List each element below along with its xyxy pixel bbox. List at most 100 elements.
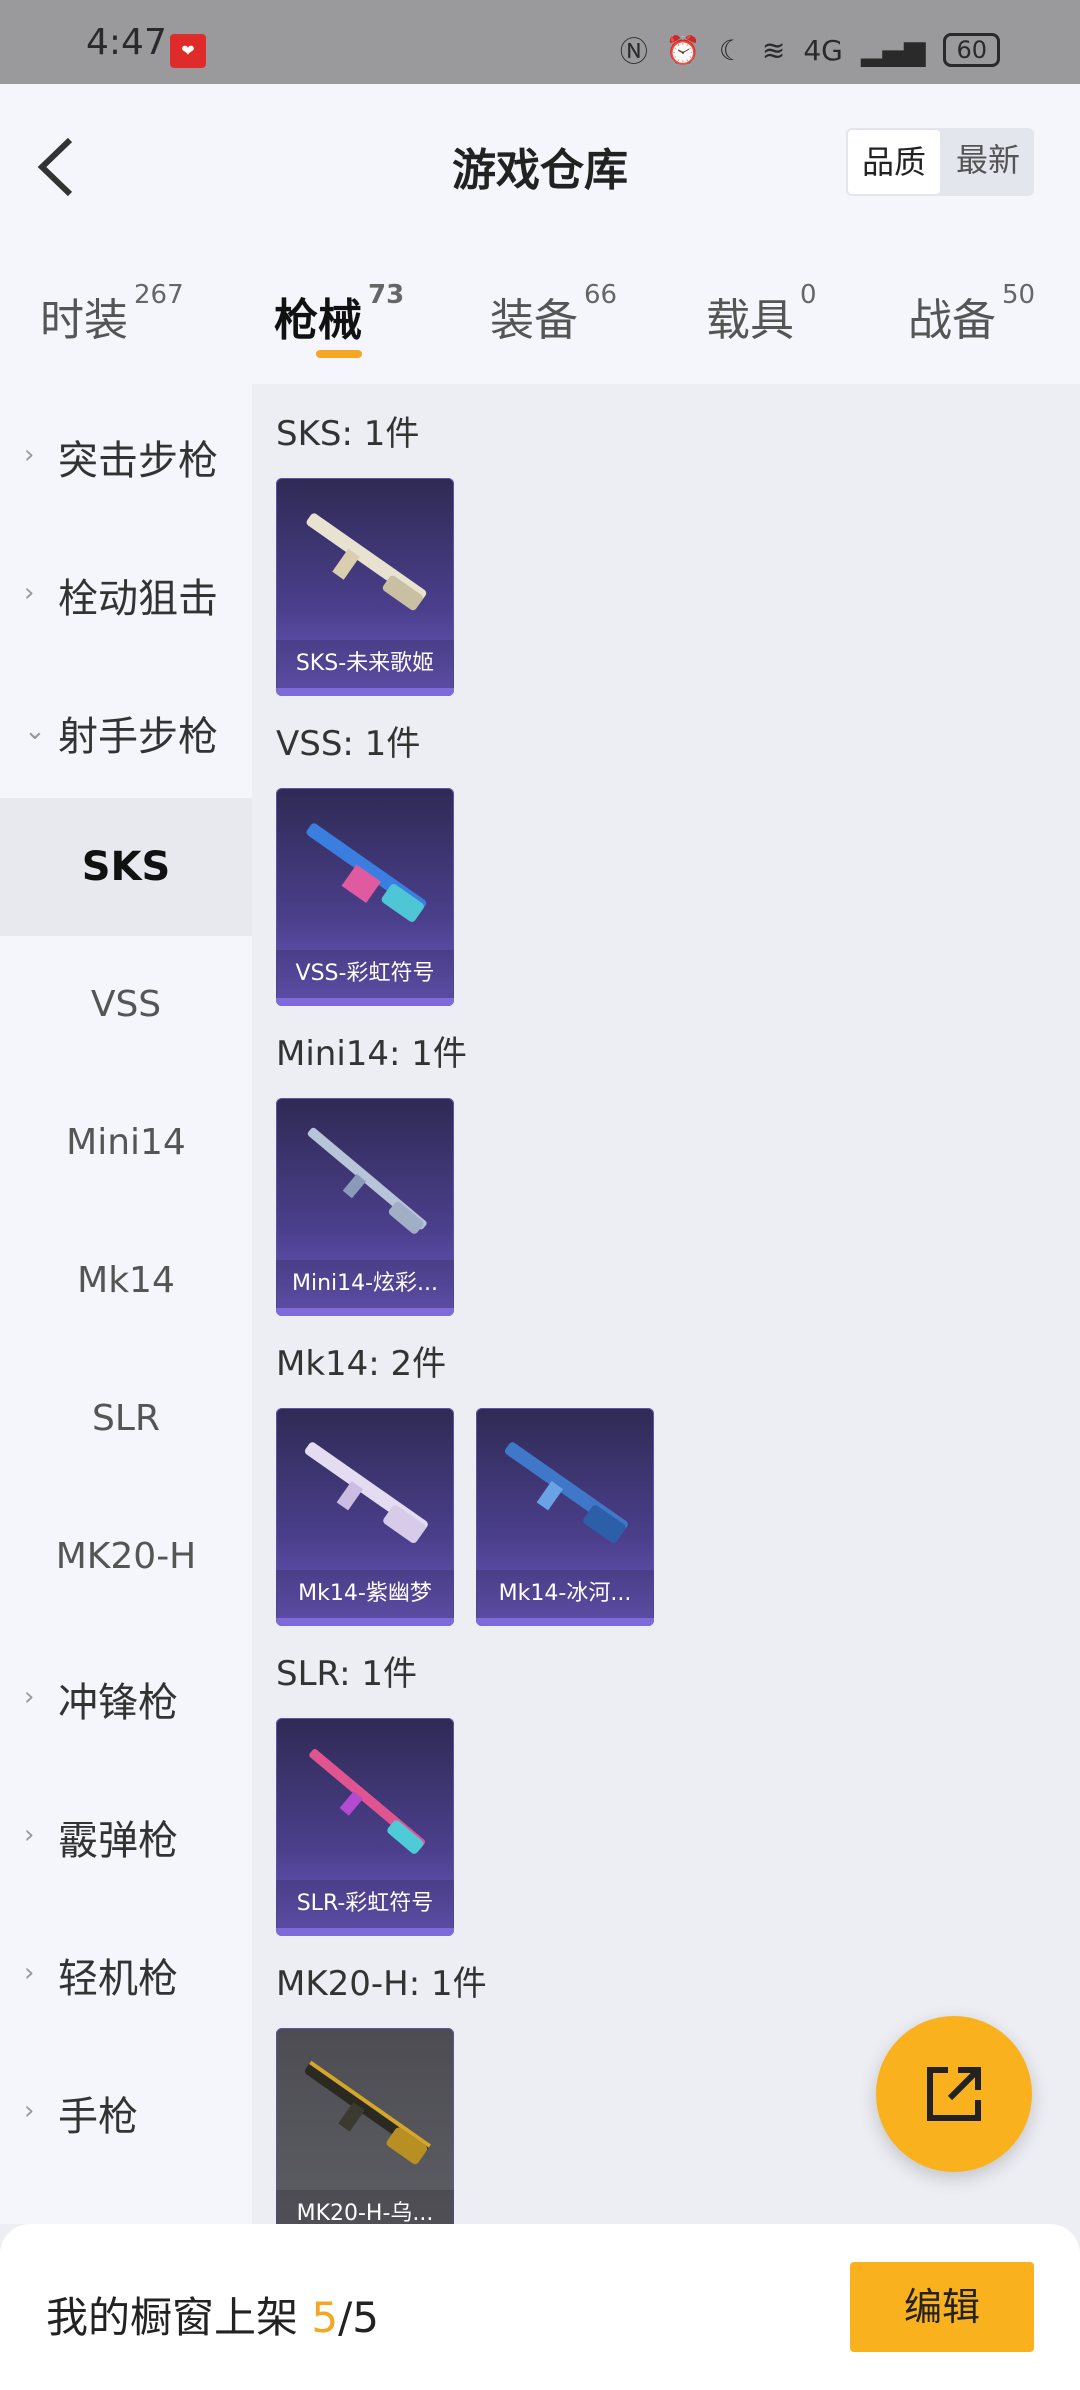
chevron-right-icon: ›: [24, 2096, 35, 2126]
alarm-icon: ⏰: [665, 33, 701, 67]
sort-toggle: 品质 最新: [845, 128, 1034, 196]
rifle-icon: [504, 1442, 628, 1544]
chevron-right-icon: ›: [24, 1820, 35, 1850]
share-button[interactable]: [876, 2016, 1032, 2172]
wifi-icon: ≋: [761, 33, 786, 67]
category-tabs: 时装 267 枪械 73 装备 66 载具 0 战备 50: [0, 280, 1080, 374]
tab-fashion[interactable]: 时装 267: [40, 280, 184, 348]
quality-bar: [276, 1928, 454, 1936]
sidebar-item-label: 射手步枪: [58, 714, 218, 760]
skin-card[interactable]: Mini14-炫彩...: [276, 1098, 454, 1316]
moon-icon: ☾: [718, 33, 744, 67]
tab-count: 73: [368, 280, 405, 310]
tab-label: 装备: [490, 295, 578, 346]
showcase-label: 我的橱窗上架: [46, 2293, 299, 2342]
sidebar-item-shotgun[interactable]: › 霰弹枪: [0, 1764, 252, 1902]
sidebar-item-lmg[interactable]: › 轻机枪: [0, 1902, 252, 2040]
chevron-right-icon: ›: [24, 1682, 35, 1712]
skin-name: Mk14-紫幽梦: [276, 1570, 454, 1618]
skin-card[interactable]: Mk14-冰河...: [476, 1408, 654, 1626]
signal-icon-2: ▂▄▆: [860, 33, 926, 67]
rifle-icon: [304, 2060, 432, 2165]
quality-bar: [276, 688, 454, 696]
skin-name: SLR-彩虹符号: [276, 1880, 454, 1928]
sidebar-item-smg[interactable]: › 冲锋枪: [0, 1626, 252, 1764]
sidebar-item-label: 冲锋枪: [58, 1680, 178, 1726]
status-time: 4:47: [86, 22, 167, 63]
sidebar-subitem-mini14[interactable]: Mini14: [0, 1074, 252, 1212]
skin-name: MK20-H-乌...: [276, 2190, 454, 2224]
showcase-total-count: /5: [338, 2293, 379, 2342]
sidebar-subitem-sks[interactable]: SKS: [0, 798, 252, 936]
battery-icon: 60: [943, 33, 1000, 67]
sidebar-item-label: 轻机枪: [58, 1956, 178, 2002]
skin-name: SKS-未来歌姬: [276, 640, 454, 688]
weapon-category-sidebar: › 突击步枪 › 栓动狙击 ⌄ 射手步枪 SKS VSS Mini14 Mk14…: [0, 384, 252, 2224]
skin-card[interactable]: Mk14-紫幽梦: [276, 1408, 454, 1626]
tab-firearms[interactable]: 枪械 73: [274, 280, 404, 358]
section-title: MK20-H: 1件: [276, 1964, 487, 2004]
sidebar-subitem-mk14[interactable]: Mk14: [0, 1212, 252, 1350]
nfc-icon: Ⓝ: [619, 35, 648, 68]
skin-card[interactable]: SLR-彩虹符号: [276, 1718, 454, 1936]
showcase-footer: 我的橱窗上架 5/5 编辑: [0, 2224, 1080, 2390]
sidebar-item-label: 霰弹枪: [58, 1818, 178, 1864]
tab-count: 0: [800, 280, 817, 310]
status-bar: 4:47 ❤ Ⓝ ⏰ ☾ ≋ 4G ▂▄▆ 60: [0, 0, 1080, 84]
active-tab-indicator: [316, 350, 362, 358]
header: 游戏仓库 品质 最新 时装 267 枪械 73 装备 66 载具 0 战备 50: [0, 84, 1080, 384]
skin-card[interactable]: SKS-未来歌姬: [276, 478, 454, 696]
rifle-icon: [309, 1748, 426, 1854]
signal-icon: 4G: [803, 33, 843, 67]
sort-latest-button[interactable]: 最新: [942, 128, 1034, 196]
rifle-icon: [304, 1442, 428, 1544]
tab-vehicles[interactable]: 载具 0: [706, 280, 817, 348]
share-external-icon: [927, 2067, 981, 2121]
skin-card[interactable]: VSS-彩虹符号: [276, 788, 454, 1006]
tab-label: 载具: [706, 295, 794, 346]
section-title: Mini14: 1件: [276, 1034, 467, 1074]
tab-count: 66: [584, 280, 618, 310]
chevron-right-icon: ›: [24, 1958, 35, 1988]
sidebar-item-label: 栓动狙击: [58, 576, 218, 622]
weapon-skin-list[interactable]: SKS: 1件 SKS-未来歌姬 VSS: 1件 VSS-彩虹符号 Mini14…: [252, 384, 1080, 2224]
chevron-right-icon: ›: [24, 440, 35, 470]
sidebar-subitem-vss[interactable]: VSS: [0, 936, 252, 1074]
skin-name: VSS-彩虹符号: [276, 950, 454, 998]
tab-label: 时装: [40, 295, 128, 346]
section-title: VSS: 1件: [276, 724, 421, 764]
section-title: SLR: 1件: [276, 1654, 417, 1694]
sidebar-item-bolt-sniper[interactable]: › 栓动狙击: [0, 522, 252, 660]
status-icons: Ⓝ ⏰ ☾ ≋ 4G ▂▄▆ 60: [620, 30, 1000, 70]
chevron-right-icon: ›: [24, 578, 35, 608]
section-title: SKS: 1件: [276, 414, 420, 454]
sidebar-item-dmr[interactable]: ⌄ 射手步枪: [0, 660, 252, 798]
chevron-down-icon: ⌄: [24, 716, 46, 746]
tab-count: 267: [134, 280, 184, 310]
edit-button[interactable]: 编辑: [850, 2262, 1034, 2352]
sidebar-item-label: 手枪: [58, 2094, 138, 2140]
tab-label: 枪械: [274, 295, 362, 346]
rifle-icon: [307, 1127, 427, 1234]
sidebar-subitem-mk20h[interactable]: MK20-H: [0, 1488, 252, 1626]
quality-bar: [276, 1308, 454, 1316]
sidebar-item-label: 突击步枪: [58, 438, 218, 484]
tab-label: 战备: [908, 295, 996, 346]
sidebar-subitem-slr[interactable]: SLR: [0, 1350, 252, 1488]
sort-quality-button[interactable]: 品质: [847, 130, 940, 194]
rifle-icon: [306, 513, 427, 611]
quality-bar: [476, 1618, 654, 1626]
app-notification-icon: ❤: [170, 34, 206, 68]
showcase-current-count: 5: [311, 2293, 339, 2342]
sidebar-item-pistol[interactable]: › 手枪: [0, 2040, 252, 2178]
rifle-icon: [306, 823, 427, 922]
tab-supplies[interactable]: 战备 50: [908, 280, 1035, 348]
sidebar-item-assault-rifle[interactable]: › 突击步枪: [0, 384, 252, 522]
showcase-status: 我的橱窗上架 5/5: [46, 2284, 379, 2345]
skin-name: Mini14-炫彩...: [276, 1260, 454, 1308]
tab-count: 50: [1002, 280, 1036, 310]
skin-card[interactable]: MK20-H-乌...: [276, 2028, 454, 2224]
quality-bar: [276, 1618, 454, 1626]
section-title: Mk14: 2件: [276, 1344, 447, 1384]
tab-equipment[interactable]: 装备 66: [490, 280, 617, 348]
